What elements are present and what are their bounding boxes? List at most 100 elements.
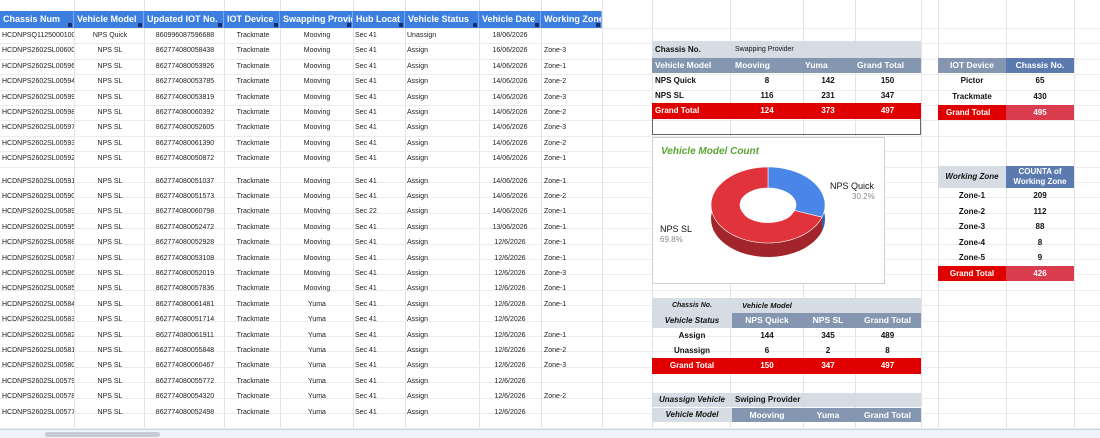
table-row[interactable]: HCDNPS2602SL00579 NPS SL 862774080055772 Tr… [0, 374, 602, 389]
provider-cell[interactable]: Mooving [282, 90, 352, 105]
status-cell[interactable]: Assign [407, 358, 477, 373]
chassis-cell[interactable]: HCDNPS2602SL00591 [2, 174, 74, 189]
device-cell[interactable]: Trackmate [226, 120, 280, 135]
table-row[interactable]: HCDNPS2602SL00595 NPS SL 862774080052472 Tr… [0, 220, 602, 235]
zone-cell[interactable]: Zone-1 [544, 174, 602, 189]
device-cell[interactable]: Trackmate [226, 74, 280, 89]
date-cell[interactable]: 12/6/2026 [481, 358, 539, 373]
zone-cell[interactable]: Zone-3 [544, 358, 602, 373]
provider-cell[interactable]: Yuma [282, 297, 352, 312]
device-cell[interactable]: Trackmate [226, 281, 280, 296]
model-cell[interactable]: NPS SL [78, 105, 142, 120]
device-cell[interactable]: Trackmate [226, 105, 280, 120]
iot-cell[interactable]: 862774080053785 [146, 74, 224, 89]
chassis-cell[interactable]: HCDNPS2602SL00579 [2, 374, 74, 389]
table-row[interactable]: HCDNPS2602SL00590 NPS SL 862774080051573 Tr… [0, 189, 602, 204]
column-header-vehicle-status[interactable]: Vehicle Status [405, 11, 479, 28]
iot-cell[interactable]: 862774080057836 [146, 281, 224, 296]
status-cell[interactable]: Assign [407, 251, 477, 266]
status-cell[interactable]: Assign [407, 297, 477, 312]
chassis-cell[interactable]: HCDNPS2602SL00596 [2, 59, 74, 74]
model-cell[interactable]: NPS SL [78, 328, 142, 343]
table-row[interactable]: HCDNPS2602SL00591 NPS SL 862774080051037 Tr… [0, 174, 602, 189]
table-row[interactable]: HCDNPS2602SL00598 NPS SL 862774080060392 Tr… [0, 105, 602, 120]
hub-cell[interactable]: Sec 41 [355, 59, 403, 74]
provider-cell[interactable]: Mooving [282, 189, 352, 204]
device-cell[interactable]: Trackmate [226, 251, 280, 266]
filter-dropdown-icon[interactable] [218, 23, 222, 27]
provider-cell[interactable]: Yuma [282, 343, 352, 358]
date-cell[interactable]: 12/6/2026 [481, 235, 539, 250]
zone-cell[interactable]: Zone-1 [544, 251, 602, 266]
iot-cell[interactable]: 862774080054320 [146, 389, 224, 404]
iot-cell[interactable]: 862774080051573 [146, 189, 224, 204]
device-cell[interactable]: Trackmate [226, 266, 280, 281]
column-header-swapping-provider[interactable]: Swapping Provid [280, 11, 353, 28]
model-cell[interactable]: NPS SL [78, 90, 142, 105]
iot-cell[interactable]: 862774080050872 [146, 151, 224, 166]
iot-cell[interactable]: 862774080053926 [146, 59, 224, 74]
table-row[interactable]: HCDNPSQ1125000100 NPS Quick 86099608759668… [0, 28, 602, 43]
model-cell[interactable]: NPS SL [78, 251, 142, 266]
iot-cell[interactable]: 862774080052019 [146, 266, 224, 281]
device-cell[interactable]: Trackmate [226, 374, 280, 389]
model-cell[interactable]: NPS SL [78, 59, 142, 74]
table-row[interactable]: HCDNPS2602SL00594 NPS SL 862774080053785 Tr… [0, 74, 602, 89]
hub-cell[interactable]: Sec 41 [355, 281, 403, 296]
chassis-cell[interactable]: HCDNPS2602SL00595 [2, 220, 74, 235]
date-cell[interactable]: 12/6/2026 [481, 312, 539, 327]
hub-cell[interactable]: Sec 41 [355, 220, 403, 235]
date-cell[interactable]: 14/06/2026 [481, 90, 539, 105]
hub-cell[interactable]: Sec 41 [355, 312, 403, 327]
chassis-cell[interactable]: HCDNPS2602SL00590 [2, 189, 74, 204]
chassis-cell[interactable]: HCDNPS2602SL00597 [2, 120, 74, 135]
table-row[interactable]: HCDNPS2602SL00596 NPS SL 862774080053926 Tr… [0, 59, 602, 74]
iot-cell[interactable]: 862774080052498 [146, 405, 224, 420]
date-cell[interactable]: 14/06/2026 [481, 151, 539, 166]
model-cell[interactable]: NPS SL [78, 204, 142, 219]
table-row[interactable]: HCDNPS2602SL00580 NPS SL 862774080060467 Tr… [0, 358, 602, 373]
column-header-updated-iot[interactable]: Updated IOT No. [144, 11, 224, 28]
table-row[interactable]: HCDNPS2602SL00586 NPS SL 862774080052019 Tr… [0, 266, 602, 281]
zone-cell[interactable]: Zone-2 [544, 136, 602, 151]
provider-cell[interactable]: Mooving [282, 28, 352, 43]
model-cell[interactable]: NPS SL [78, 220, 142, 235]
iot-cell[interactable]: 862774080052928 [146, 235, 224, 250]
status-cell[interactable]: Assign [407, 266, 477, 281]
device-cell[interactable]: Trackmate [226, 328, 280, 343]
iot-cell[interactable]: 862774080053108 [146, 251, 224, 266]
chassis-cell[interactable]: HCDNPS2602SL00583 [2, 312, 74, 327]
hub-cell[interactable]: Sec 41 [355, 74, 403, 89]
status-cell[interactable]: Assign [407, 220, 477, 235]
date-cell[interactable]: 14/06/2026 [481, 105, 539, 120]
status-cell[interactable]: Assign [407, 120, 477, 135]
hub-cell[interactable]: Sec 41 [355, 120, 403, 135]
chassis-cell[interactable]: HCDNPS2602SL00577 [2, 405, 74, 420]
provider-cell[interactable]: Yuma [282, 389, 352, 404]
filter-dropdown-icon[interactable] [347, 23, 351, 27]
date-cell[interactable]: 12/6/2026 [481, 266, 539, 281]
hub-cell[interactable]: Sec 41 [355, 28, 403, 43]
device-cell[interactable]: Trackmate [226, 312, 280, 327]
chassis-cell[interactable]: HCDNPS2602SL00578 [2, 389, 74, 404]
model-cell[interactable]: NPS SL [78, 343, 142, 358]
table-row[interactable]: HCDNPS2602SL00577 NPS SL 862774080052498 Tr… [0, 405, 602, 420]
iot-cell[interactable]: 862774080061481 [146, 297, 224, 312]
provider-cell[interactable]: Mooving [282, 151, 352, 166]
hub-cell[interactable]: Sec 41 [355, 151, 403, 166]
column-header-working-zone[interactable]: Working Zone [541, 11, 602, 28]
provider-cell[interactable]: Mooving [282, 136, 352, 151]
iot-cell[interactable]: 862774080051037 [146, 174, 224, 189]
iot-cell[interactable]: 862774080060798 [146, 204, 224, 219]
table-row[interactable]: HCDNPS2602SL00587 NPS SL 862774080053108 Tr… [0, 251, 602, 266]
zone-cell[interactable]: Zone-2 [544, 74, 602, 89]
table-row[interactable]: HCDNPS2602SL00588 NPS SL 862774080052928 Tr… [0, 235, 602, 250]
zone-cell[interactable]: Zone-3 [544, 266, 602, 281]
zone-cell[interactable]: Zone-2 [544, 189, 602, 204]
hub-cell[interactable]: Sec 41 [355, 174, 403, 189]
status-cell[interactable]: Assign [407, 74, 477, 89]
chassis-cell[interactable]: HCDNPS2602SL00600 [2, 43, 74, 58]
date-cell[interactable]: 14/06/2026 [481, 204, 539, 219]
zone-cell[interactable]: Zone-1 [544, 204, 602, 219]
provider-cell[interactable]: Mooving [282, 220, 352, 235]
